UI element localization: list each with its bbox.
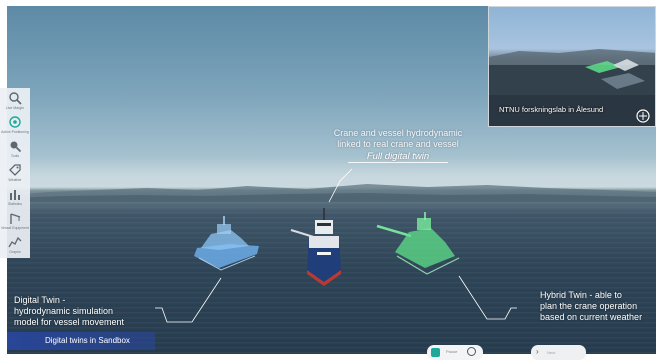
- bar-chart-icon: [10, 189, 20, 200]
- toolbar-item-tools[interactable]: Tools: [0, 136, 30, 160]
- toolbar-item-vessel-equipment[interactable]: Vessel Equipment: [0, 208, 30, 232]
- search-icon: [10, 141, 22, 152]
- live-camera-inset[interactable]: NTNU forskningslab in Ålesund: [488, 6, 656, 127]
- caption-emphasis: Full digital twin: [348, 151, 448, 163]
- caption-line: linked to real crane and vessel: [337, 139, 459, 149]
- caption-line: Crane and vessel hydrodynamic: [333, 128, 463, 138]
- next-label: Next: [547, 350, 556, 355]
- toolbar-item-label: Graphs: [9, 249, 21, 254]
- caption-line: based on current weather: [540, 312, 643, 322]
- target-icon: [9, 115, 21, 128]
- caption-line: model for vessel movement: [14, 317, 125, 327]
- scene-title: Digital twins in Sandbox: [45, 336, 130, 345]
- caption-line: Hybrid Twin - able to: [540, 290, 622, 300]
- toolbar-item-live-margin[interactable]: Live Margin: [0, 88, 30, 112]
- caption-line: plan the crane operation: [540, 301, 638, 311]
- digital-twin-caption: Digital Twin - hydrodynamic simulation m…: [14, 295, 162, 328]
- scene-title-bar: Digital twins in Sandbox: [7, 332, 155, 350]
- tag-icon: [9, 163, 21, 176]
- pause-button[interactable]: Pause: [427, 345, 483, 360]
- caption-line: Digital Twin -: [14, 295, 66, 305]
- toolbar-item-graphs[interactable]: Graphs: [0, 232, 30, 256]
- tool-sidebar: Live Margin Active Positioning Tools Wea…: [0, 88, 30, 258]
- clock-icon: [467, 347, 476, 356]
- panel-icon: [431, 348, 440, 357]
- toolbar-item-label: Weather: [8, 177, 22, 182]
- toolbar-item-label: Live Margin: [5, 105, 25, 110]
- next-button[interactable]: › Next: [531, 345, 586, 360]
- full-digital-twin-caption: Crane and vessel hydrodynamic linked to …: [318, 128, 478, 163]
- crane-icon: [10, 212, 21, 224]
- zoom-icon: [9, 91, 22, 105]
- line-chart-icon: [8, 236, 22, 247]
- chevron-right-icon: ›: [536, 347, 539, 356]
- toolbar-item-label: Statistics: [7, 201, 22, 206]
- toolbar-item-active-positioning[interactable]: Active Positioning: [0, 112, 30, 136]
- toolbar-item-label: Tools: [10, 153, 20, 158]
- caption-line: hydrodynamic simulation: [14, 306, 114, 316]
- pause-label: Pause: [446, 349, 458, 354]
- toolbar-item-weather[interactable]: Weather: [0, 160, 30, 184]
- hybrid-twin-caption: Hybrid Twin - able to plan the crane ope…: [540, 290, 658, 323]
- logo-icon: [636, 109, 650, 123]
- toolbar-item-label: Vessel Equipment: [0, 225, 30, 230]
- camera-location-label: NTNU forskningslab in Ålesund: [499, 105, 604, 114]
- toolbar-item-statistics[interactable]: Statistics: [0, 184, 30, 208]
- toolbar-item-label: Active Positioning: [1, 129, 29, 134]
